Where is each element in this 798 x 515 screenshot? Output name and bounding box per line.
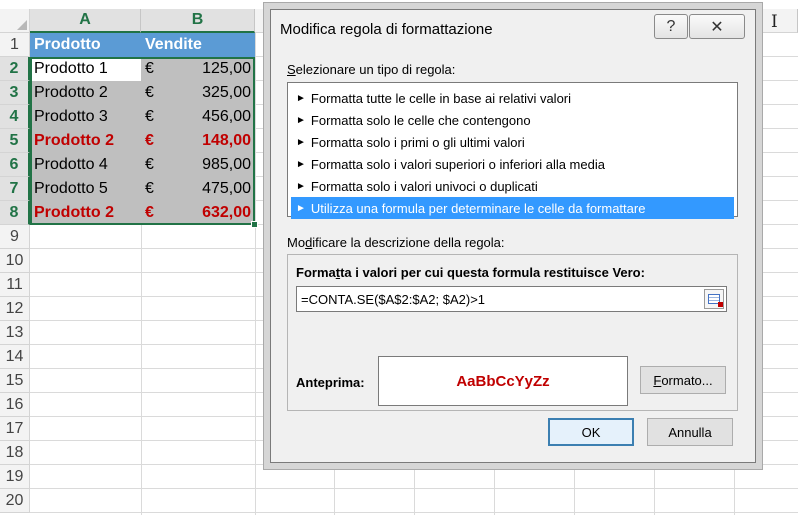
rule-type-label: Formatta solo i primi o gli ultimi valor… bbox=[310, 134, 525, 150]
row-header[interactable]: 7 bbox=[0, 177, 30, 201]
product-cell[interactable]: Prodotto 5 bbox=[30, 177, 141, 201]
text-cursor-icon: I bbox=[771, 12, 778, 32]
dialog-title: Modifica regola di formattazione bbox=[280, 21, 493, 38]
row-header[interactable]: 5 bbox=[0, 129, 30, 153]
select-rule-type-label: Selezionare un tipo di regola: bbox=[287, 62, 456, 77]
amount-value: 456,00 bbox=[202, 108, 251, 125]
currency-symbol: € bbox=[145, 204, 154, 221]
rule-type-item[interactable]: ► Formatta solo le celle che contengono bbox=[291, 109, 734, 131]
sales-cell[interactable]: €475,00 bbox=[141, 177, 255, 201]
rule-description-group: Formatta i valori per cui questa formula… bbox=[287, 254, 738, 411]
row-header[interactable]: 16 bbox=[0, 393, 30, 417]
row-header[interactable]: 18 bbox=[0, 441, 30, 465]
cell-a1[interactable]: Prodotto bbox=[30, 33, 141, 57]
product-cell[interactable]: Prodotto 4 bbox=[30, 153, 141, 177]
sales-cell[interactable]: €325,00 bbox=[141, 81, 255, 105]
column-header-b[interactable]: B bbox=[141, 9, 255, 33]
rule-type-label: Formatta solo le celle che contengono bbox=[310, 112, 531, 128]
bullet-arrow-icon: ► bbox=[296, 114, 306, 126]
currency-symbol: € bbox=[145, 132, 154, 149]
bullet-arrow-icon: ► bbox=[296, 180, 306, 192]
currency-symbol: € bbox=[145, 108, 154, 125]
sales-cell[interactable]: €125,00 bbox=[141, 57, 255, 81]
ok-button[interactable]: OK bbox=[548, 418, 634, 446]
bullet-arrow-icon: ► bbox=[296, 158, 306, 170]
edit-description-label: Modificare la descrizione della regola: bbox=[287, 235, 505, 250]
column-header-a[interactable]: A bbox=[30, 9, 141, 33]
rule-type-list[interactable]: ► Formatta tutte le celle in base ai rela… bbox=[287, 82, 738, 219]
row-header[interactable]: 13 bbox=[0, 321, 30, 345]
sales-cell[interactable]: €148,00 bbox=[141, 129, 255, 153]
formula-label: Formatta i valori per cui questa formula… bbox=[296, 265, 645, 280]
product-cell[interactable]: Prodotto 2 bbox=[30, 201, 141, 225]
row-header[interactable]: 19 bbox=[0, 465, 30, 489]
currency-symbol: € bbox=[145, 156, 154, 173]
rule-type-item[interactable]: ► Formatta solo i primi o gli ultimi valo… bbox=[291, 131, 734, 153]
currency-symbol: € bbox=[145, 84, 154, 101]
rule-type-item[interactable]: ► Formatta solo i valori superiori o infe… bbox=[291, 153, 734, 175]
row-header[interactable]: 6 bbox=[0, 153, 30, 177]
rule-type-label: Formatta tutte le celle in base ai relat… bbox=[310, 90, 572, 106]
rule-type-label: Formatta solo i valori univoci o duplica… bbox=[310, 178, 538, 194]
range-select-button[interactable] bbox=[704, 289, 724, 309]
rule-type-item[interactable]: ► Utilizza una formula per determinare le… bbox=[291, 197, 734, 219]
column-gridline bbox=[255, 33, 256, 515]
amount-value: 125,00 bbox=[202, 60, 251, 77]
row-header[interactable]: 2 bbox=[0, 57, 30, 81]
sales-cell[interactable]: €456,00 bbox=[141, 105, 255, 129]
bullet-arrow-icon: ► bbox=[296, 136, 306, 148]
help-button[interactable]: ? bbox=[654, 14, 688, 39]
select-all-corner[interactable] bbox=[0, 9, 30, 33]
product-cell[interactable]: Prodotto 1 bbox=[30, 57, 141, 81]
close-icon: ✕ bbox=[710, 18, 724, 36]
currency-symbol: € bbox=[145, 180, 154, 197]
row-header[interactable]: 17 bbox=[0, 417, 30, 441]
amount-value: 475,00 bbox=[202, 180, 251, 197]
row-header[interactable]: 4 bbox=[0, 105, 30, 129]
product-cell[interactable]: Prodotto 3 bbox=[30, 105, 141, 129]
product-cell[interactable]: Prodotto 2 bbox=[30, 129, 141, 153]
row-header[interactable]: 11 bbox=[0, 273, 30, 297]
sales-cell[interactable]: €985,00 bbox=[141, 153, 255, 177]
dialog-titlebar[interactable]: Modifica regola di formattazione ? ✕ bbox=[271, 10, 755, 48]
close-button[interactable]: ✕ bbox=[689, 14, 745, 39]
rule-type-item[interactable]: ► Formatta tutte le celle in base ai rela… bbox=[291, 87, 734, 109]
amount-value: 985,00 bbox=[202, 156, 251, 173]
currency-symbol: € bbox=[145, 60, 154, 77]
row-header[interactable]: 20 bbox=[0, 489, 30, 513]
formula-input[interactable]: =CONTA.SE($A$2:$A2; $A2)>1 bbox=[296, 286, 727, 312]
amount-value: 632,00 bbox=[202, 204, 251, 221]
formula-text: =CONTA.SE($A$2:$A2; $A2)>1 bbox=[301, 292, 486, 307]
bullet-arrow-icon: ► bbox=[296, 92, 306, 104]
rule-type-item[interactable]: ► Formatta solo i valori univoci o duplic… bbox=[291, 175, 734, 197]
bullet-arrow-icon: ► bbox=[296, 202, 306, 214]
row-header[interactable]: 1 bbox=[0, 33, 30, 57]
rule-type-label: Formatta solo i valori superiori o infer… bbox=[310, 156, 605, 172]
row-header[interactable]: 12 bbox=[0, 297, 30, 321]
row-header[interactable]: 14 bbox=[0, 345, 30, 369]
help-icon: ? bbox=[666, 17, 676, 35]
collapse-dialog-icon bbox=[708, 294, 723, 307]
row-header[interactable]: 8 bbox=[0, 201, 30, 225]
cell-b1[interactable]: Vendite bbox=[141, 33, 255, 57]
format-button[interactable]: Formato... bbox=[640, 366, 726, 394]
row-header[interactable]: 15 bbox=[0, 369, 30, 393]
sales-cell[interactable]: €632,00 bbox=[141, 201, 255, 225]
edit-formatting-rule-dialog: Modifica regola di formattazione ? ✕ Sel… bbox=[270, 9, 756, 463]
product-cell[interactable]: Prodotto 2 bbox=[30, 81, 141, 105]
amount-value: 148,00 bbox=[202, 132, 251, 149]
format-preview: AaBbCcYyZz bbox=[378, 356, 628, 406]
amount-value: 325,00 bbox=[202, 84, 251, 101]
row-header[interactable]: 9 bbox=[0, 225, 30, 249]
row-header[interactable]: 10 bbox=[0, 249, 30, 273]
rule-type-label: Utilizza una formula per determinare le … bbox=[310, 200, 646, 216]
cancel-button[interactable]: Annulla bbox=[647, 418, 733, 446]
row-header[interactable]: 3 bbox=[0, 81, 30, 105]
fill-handle[interactable] bbox=[251, 221, 258, 228]
preview-label: Anteprima: bbox=[296, 375, 365, 390]
